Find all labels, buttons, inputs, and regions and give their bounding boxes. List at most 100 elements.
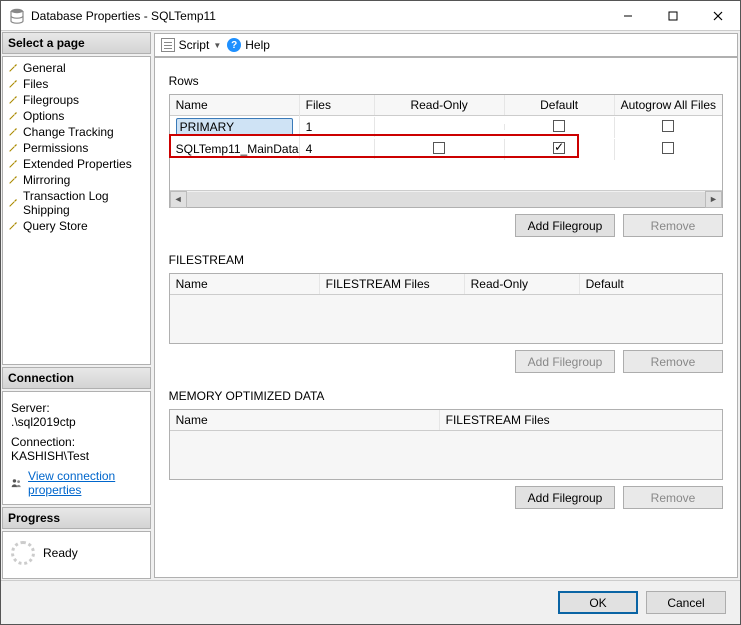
help-icon: ? [227, 38, 241, 52]
col-readonly[interactable]: Read-Only [465, 274, 580, 294]
connection-header: Connection [2, 367, 151, 389]
script-icon [161, 38, 175, 52]
col-name[interactable]: Name [170, 274, 320, 294]
help-button[interactable]: ? Help [227, 38, 270, 52]
server-label: Server: [11, 401, 142, 415]
sidebar-item-options[interactable]: Options [5, 108, 148, 124]
right-pane: Script ▼ ? Help Rows Name Files Read [152, 31, 740, 580]
col-autogrow[interactable]: Autogrow All Files [615, 95, 722, 115]
filestream-section-title: FILESTREAM [169, 253, 723, 267]
wrench-icon [7, 78, 19, 90]
cell-name[interactable]: SQLTemp11_MainData [170, 139, 300, 159]
dialog-window: Database Properties - SQLTemp11 Select a… [0, 0, 741, 625]
sidebar-item-files[interactable]: Files [5, 76, 148, 92]
view-connection-link[interactable]: View connection properties [28, 469, 142, 497]
script-label: Script [179, 38, 210, 52]
col-default[interactable]: Default [580, 274, 722, 294]
wrench-icon [7, 62, 19, 74]
scroll-right-icon[interactable]: ► [705, 191, 722, 208]
close-button[interactable] [695, 1, 740, 30]
cell-autogrow[interactable] [615, 139, 722, 160]
sidebar-item-label: General [23, 61, 66, 75]
col-files[interactable]: FILESTREAM Files [320, 274, 465, 294]
help-label: Help [245, 38, 270, 52]
sidebar-item-general[interactable]: General [5, 60, 148, 76]
sidebar-item-transaction-log-shipping[interactable]: Transaction Log Shipping [5, 188, 148, 218]
window-title: Database Properties - SQLTemp11 [31, 9, 605, 23]
sidebar-item-label: Extended Properties [23, 157, 132, 171]
cell-default[interactable] [505, 139, 615, 160]
sidebar-item-change-tracking[interactable]: Change Tracking [5, 124, 148, 140]
sidebar-item-mirroring[interactable]: Mirroring [5, 172, 148, 188]
memopt-add-filegroup-button[interactable]: Add Filegroup [515, 486, 615, 509]
wrench-icon [7, 220, 19, 232]
connection-panel: Server: .\sql2019ctp Connection: KASHISH… [2, 391, 151, 505]
cell-files[interactable]: 4 [300, 139, 375, 159]
sidebar-item-label: Change Tracking [23, 125, 114, 139]
sidebar-item-label: Files [23, 77, 48, 91]
chevron-down-icon: ▼ [213, 41, 221, 50]
server-value: .\sql2019ctp [11, 415, 142, 429]
rows-remove-button: Remove [623, 214, 723, 237]
filestream-grid-header: Name FILESTREAM Files Read-Only Default [170, 274, 722, 295]
ok-button[interactable]: OK [558, 591, 638, 614]
memopt-grid[interactable]: Name FILESTREAM Files [169, 409, 723, 480]
sidebar-item-label: Permissions [23, 141, 88, 155]
progress-status: Ready [43, 546, 78, 560]
sidebar-item-permissions[interactable]: Permissions [5, 140, 148, 156]
main-content: Rows Name Files Read-Only Default Autogr… [154, 57, 738, 578]
scroll-left-icon[interactable]: ◄ [170, 191, 187, 208]
wrench-icon [7, 197, 19, 209]
select-page-header: Select a page [2, 32, 151, 54]
cancel-button[interactable]: Cancel [646, 591, 726, 614]
col-default[interactable]: Default [505, 95, 615, 115]
col-name[interactable]: Name [170, 95, 300, 115]
horizontal-scrollbar[interactable]: ◄ ► [170, 190, 722, 207]
col-files[interactable]: FILESTREAM Files [440, 410, 722, 430]
cell-files[interactable]: 1 [300, 117, 375, 137]
people-icon [11, 476, 22, 490]
wrench-icon [7, 174, 19, 186]
database-icon [9, 8, 25, 24]
cell-default[interactable] [505, 117, 615, 138]
memopt-section-title: MEMORY OPTIMIZED DATA [169, 389, 723, 403]
toolbar: Script ▼ ? Help [154, 33, 738, 57]
wrench-icon [7, 126, 19, 138]
sidebar-item-label: Query Store [23, 219, 88, 233]
titlebar: Database Properties - SQLTemp11 [1, 1, 740, 31]
dialog-footer: OK Cancel [1, 580, 740, 624]
memopt-grid-header: Name FILESTREAM Files [170, 410, 722, 431]
cell-readonly[interactable] [375, 139, 505, 160]
table-row[interactable]: PRIMARY 1 [170, 116, 722, 138]
sidebar-item-extended-properties[interactable]: Extended Properties [5, 156, 148, 172]
col-files[interactable]: Files [300, 95, 375, 115]
sidebar-item-filegroups[interactable]: Filegroups [5, 92, 148, 108]
connection-label: Connection: [11, 435, 142, 449]
maximize-button[interactable] [650, 1, 695, 30]
filestream-remove-button: Remove [623, 350, 723, 373]
sidebar-item-label: Options [23, 109, 64, 123]
rows-grid[interactable]: Name Files Read-Only Default Autogrow Al… [169, 94, 723, 208]
script-button[interactable]: Script ▼ [161, 38, 222, 52]
wrench-icon [7, 158, 19, 170]
progress-header: Progress [2, 507, 151, 529]
sidebar-item-query-store[interactable]: Query Store [5, 218, 148, 234]
sidebar-item-label: Mirroring [23, 173, 70, 187]
connection-value: KASHISH\Test [11, 449, 142, 463]
table-row[interactable]: SQLTemp11_MainData 4 [170, 138, 722, 160]
minimize-button[interactable] [605, 1, 650, 30]
rows-add-filegroup-button[interactable]: Add Filegroup [515, 214, 615, 237]
sidebar-item-label: Filegroups [23, 93, 79, 107]
page-list: General Files Filegroups Options Change Trac… [2, 56, 151, 365]
filestream-grid[interactable]: Name FILESTREAM Files Read-Only Default [169, 273, 723, 344]
cell-autogrow[interactable] [615, 117, 722, 138]
wrench-icon [7, 142, 19, 154]
col-readonly[interactable]: Read-Only [375, 95, 505, 115]
progress-spinner-icon [11, 541, 35, 565]
cell-name[interactable]: PRIMARY [176, 118, 293, 136]
col-name[interactable]: Name [170, 410, 440, 430]
left-pane: Select a page General Files Filegroups Opti… [1, 31, 152, 580]
progress-panel: Ready [2, 531, 151, 579]
sidebar-item-label: Transaction Log Shipping [23, 189, 146, 217]
wrench-icon [7, 94, 19, 106]
